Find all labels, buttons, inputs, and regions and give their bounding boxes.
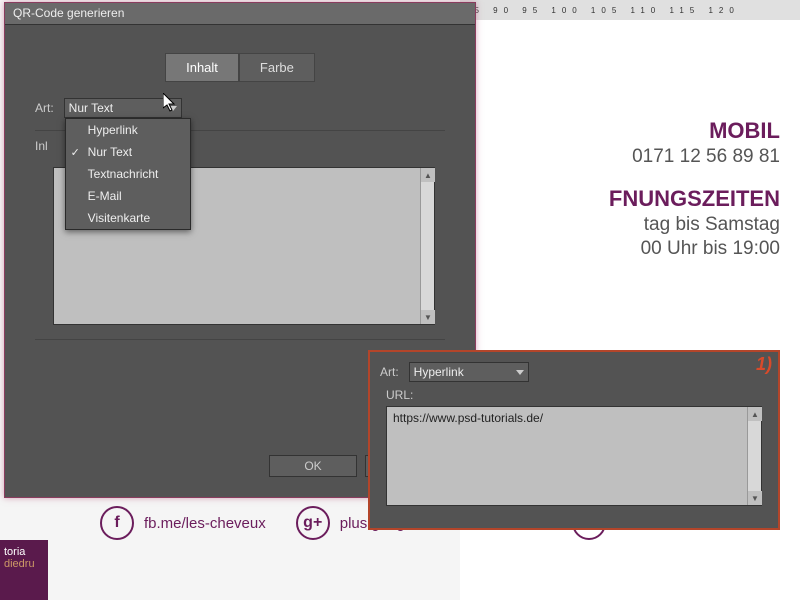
separator: [35, 339, 445, 340]
bottom-left-strip: toria diedru: [0, 540, 48, 600]
menu-item-label: E-Mail: [88, 189, 122, 203]
facebook-icon: f: [100, 506, 134, 540]
art-dropdown[interactable]: Nur Text Hyperlink ✓Nur Text Textnachric…: [64, 98, 182, 118]
url-label: URL:: [386, 388, 762, 402]
chevron-down-icon: [516, 370, 524, 375]
menu-item-email[interactable]: E-Mail: [66, 185, 190, 207]
chevron-down-icon: [169, 106, 177, 111]
menu-item-label: Nur Text: [88, 145, 132, 159]
gplus-icon: g+: [296, 506, 330, 540]
hours-heading: FNUNGSZEITEN: [609, 186, 780, 212]
menu-item-label: Hyperlink: [88, 123, 138, 137]
tab-inhalt[interactable]: Inhalt: [165, 53, 239, 82]
ok-button[interactable]: OK: [269, 455, 357, 477]
document-content: MOBIL 0171 12 56 89 81 FNUNGSZEITEN tag …: [609, 100, 780, 260]
mobil-heading: MOBIL: [609, 118, 780, 144]
art-dropdown-2[interactable]: Hyperlink: [409, 362, 529, 382]
hours-line2: 00 Uhr bis 19:00: [609, 238, 780, 260]
art-dropdown-menu: Hyperlink ✓ Nur Text Textnachricht E-Mail…: [65, 118, 191, 230]
scrollbar-vertical[interactable]: ▲ ▼: [420, 168, 434, 324]
menu-item-textnachricht[interactable]: Textnachricht: [66, 163, 190, 185]
menu-item-nur-text[interactable]: ✓ Nur Text: [66, 141, 190, 163]
facebook-label: fb.me/les-cheveux: [144, 515, 266, 532]
tab-farbe[interactable]: Farbe: [239, 53, 315, 82]
url-value: https://www.psd-tutorials.de/: [393, 411, 543, 425]
scroll-down-icon[interactable]: ▼: [748, 491, 762, 505]
mobil-number: 0171 12 56 89 81: [609, 146, 780, 168]
menu-item-label: Visitenkarte: [88, 211, 150, 225]
url-textarea[interactable]: https://www.psd-tutorials.de/ ▲ ▼: [386, 406, 762, 506]
art-dropdown-value-2: Hyperlink: [414, 365, 464, 379]
strip-line2: diedru: [4, 558, 44, 570]
dialog-tabs: Inhalt Farbe: [5, 53, 475, 82]
qr-hyperlink-panel: 1) Art: Hyperlink URL: https://www.psd-t…: [368, 350, 780, 530]
strip-line1: toria: [4, 546, 44, 558]
scrollbar-vertical[interactable]: ▲ ▼: [747, 407, 761, 505]
inhalt-label: Inl: [35, 139, 48, 153]
scroll-down-icon[interactable]: ▼: [421, 310, 435, 324]
art-label: Art:: [35, 101, 54, 115]
scroll-up-icon[interactable]: ▲: [748, 407, 762, 421]
menu-item-visitenkarte[interactable]: Visitenkarte: [66, 207, 190, 229]
annotation-badge: 1): [756, 354, 772, 375]
menu-item-hyperlink[interactable]: Hyperlink: [66, 119, 190, 141]
art-label-2: Art:: [380, 365, 399, 379]
scroll-up-icon[interactable]: ▲: [421, 168, 435, 182]
hours-line1: tag bis Samstag: [609, 214, 780, 236]
horizontal-ruler: 85 90 95 100 105 110 115 120: [460, 0, 800, 20]
check-icon: ✓: [71, 146, 80, 159]
menu-item-label: Textnachricht: [88, 167, 159, 181]
art-dropdown-value: Nur Text: [69, 101, 113, 115]
facebook-link[interactable]: f fb.me/les-cheveux: [100, 506, 266, 540]
dialog-title: QR-Code generieren: [5, 3, 475, 25]
